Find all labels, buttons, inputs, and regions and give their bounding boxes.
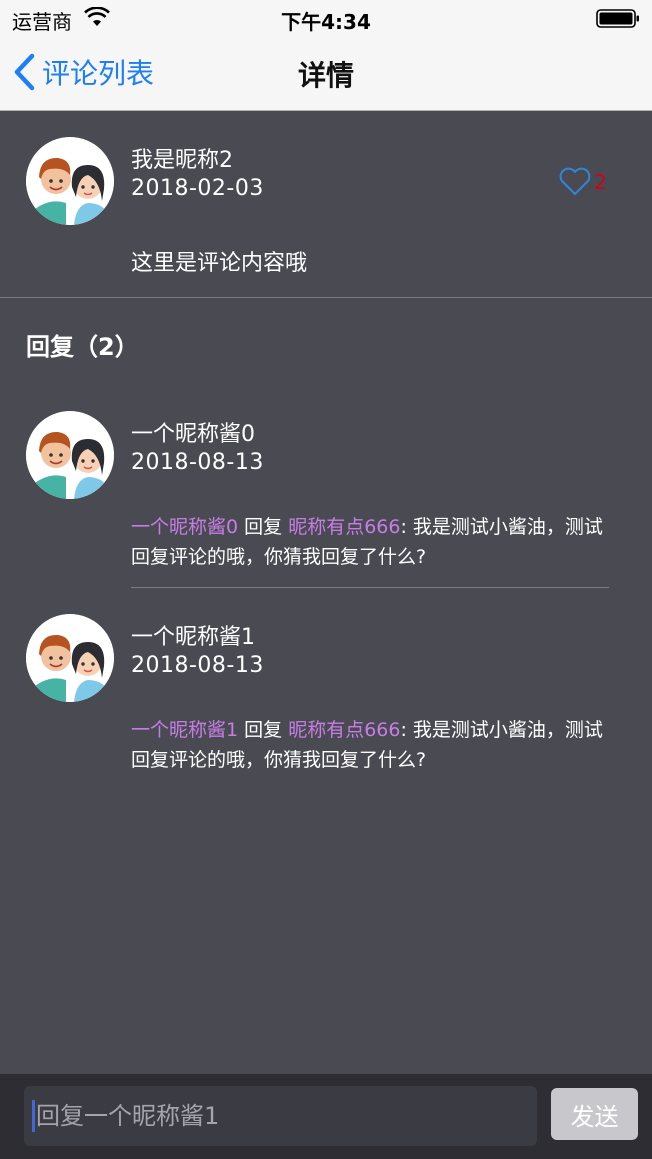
divider (131, 587, 609, 588)
replies-header: 回复（2） (26, 333, 139, 361)
page-title: 详情 (297, 59, 354, 92)
avatar[interactable] (26, 614, 114, 702)
send-button[interactable]: 发送 (551, 1088, 638, 1140)
reply-from-user[interactable]: 一个昵称酱0 (131, 516, 238, 538)
reply-date: 2018-08-13 (131, 450, 264, 475)
detail-content[interactable]: 我是昵称2 2018-02-03 2 这里是评论内容哦 回复（2） 一个昵称酱0… (0, 111, 652, 1074)
reply-nickname: 一个昵称酱0 (131, 422, 255, 447)
navigation-bar: 评论列表 详情 (0, 36, 652, 111)
heart-icon (559, 167, 591, 195)
reply-text: 一个昵称酱1 回复 昵称有点666: 我是测试小酱油，测试回复评论的哦，你猜我回… (131, 715, 611, 775)
like-count: 2 (594, 170, 607, 194)
reply-to-user[interactable]: 昵称有点666 (288, 719, 400, 741)
status-bar: 运营商 下午4:34 (0, 0, 652, 36)
comment-text: 这里是评论内容哦 (131, 251, 308, 276)
status-time: 下午4:34 (281, 10, 371, 34)
text-caret (32, 1100, 35, 1132)
comment-nickname: 我是昵称2 (131, 148, 233, 173)
reply-nickname: 一个昵称酱1 (131, 625, 255, 650)
reply-verb: 回复 (238, 719, 289, 741)
reply-input[interactable] (24, 1086, 537, 1146)
avatar[interactable] (26, 137, 114, 225)
reply-text: 一个昵称酱0 回复 昵称有点666: 我是测试小酱油，测试回复评论的哦，你猜我回… (131, 512, 611, 572)
divider (0, 297, 652, 298)
comment-date: 2018-02-03 (131, 176, 264, 201)
reply-date: 2018-08-13 (131, 653, 264, 678)
like-button[interactable]: 2 (558, 167, 607, 197)
reply-input-bar: 发送 (0, 1074, 652, 1159)
reply-from-user[interactable]: 一个昵称酱1 (131, 719, 238, 741)
reply-to-user[interactable]: 昵称有点666 (288, 516, 400, 538)
avatar[interactable] (26, 411, 114, 499)
reply-verb: 回复 (238, 516, 289, 538)
battery-icon (596, 9, 639, 28)
